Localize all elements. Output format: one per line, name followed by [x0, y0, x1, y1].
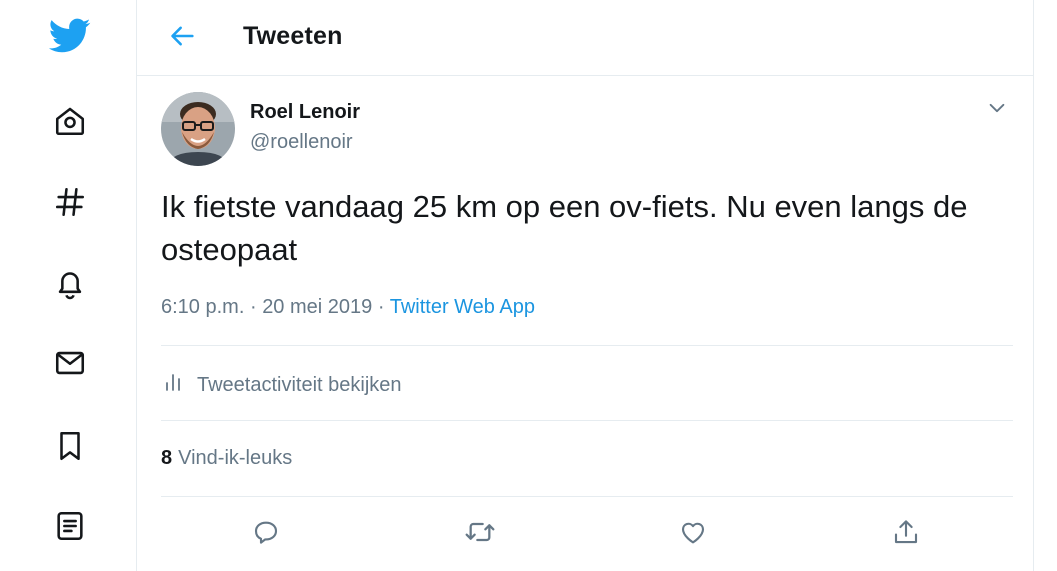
back-arrow-icon	[169, 22, 197, 55]
tweet-source-link[interactable]: Twitter Web App	[390, 296, 535, 318]
page-title: Tweeten	[243, 22, 343, 50]
twitter-logo-link[interactable]	[44, 10, 96, 62]
divider	[161, 420, 1013, 421]
like-button[interactable]	[673, 514, 713, 554]
meta-separator: ·	[249, 296, 257, 318]
tweet-activity-link[interactable]: Tweetactiviteit bekijken	[161, 370, 402, 400]
list-icon	[53, 509, 87, 543]
likes-count: 8	[161, 447, 173, 469]
nav-home[interactable]	[44, 95, 96, 147]
likes-label: Vind-ik-leuks	[178, 447, 293, 469]
tweet-meta: 6:10 p.m. · 20 mei 2019 · Twitter Web Ap…	[161, 296, 535, 319]
tweet-date[interactable]: 20 mei 2019	[262, 296, 372, 318]
analytics-icon	[161, 370, 197, 400]
share-button[interactable]	[886, 514, 926, 554]
back-button[interactable]	[163, 18, 203, 58]
retweet-button[interactable]	[460, 514, 500, 554]
bell-icon	[53, 267, 87, 301]
reply-icon	[251, 517, 281, 552]
nav-messages[interactable]	[44, 337, 96, 389]
main-column: Tweeten Roel Lenoir @roellenoir Ik fiets…	[136, 0, 1034, 571]
avatar[interactable]	[161, 92, 235, 166]
twitter-logo-icon	[49, 18, 91, 54]
nav-notifications[interactable]	[44, 258, 96, 310]
page-header: Tweeten	[137, 0, 1033, 76]
reply-button[interactable]	[246, 514, 286, 554]
tweet-text: Ik fietste vandaag 25 km op een ov-fiets…	[161, 189, 968, 267]
nav-lists[interactable]	[44, 500, 96, 552]
divider	[161, 345, 1013, 346]
author-name[interactable]: Roel Lenoir	[250, 101, 360, 124]
author-handle[interactable]: @roellenoir	[250, 131, 353, 154]
app: Tweeten Roel Lenoir @roellenoir Ik fiets…	[0, 0, 1057, 571]
retweet-icon	[464, 516, 496, 553]
meta-separator: ·	[377, 296, 385, 318]
share-icon	[891, 517, 921, 552]
divider	[161, 496, 1013, 497]
tweet-time[interactable]: 6:10 p.m.	[161, 296, 244, 318]
likes-link[interactable]: 8 Vind-ik-leuks	[161, 447, 292, 470]
bookmark-icon	[53, 429, 87, 463]
hashtag-icon	[53, 185, 87, 219]
nav-explore[interactable]	[44, 176, 96, 228]
home-icon	[53, 104, 87, 138]
sidebar-nav	[0, 0, 137, 571]
mail-icon	[53, 346, 87, 380]
chevron-down-icon	[986, 97, 1008, 124]
tweet-actions	[137, 514, 1033, 554]
nav-bookmarks[interactable]	[44, 420, 96, 472]
tweet-activity-label: Tweetactiviteit bekijken	[197, 373, 402, 396]
tweet-menu-button[interactable]	[983, 96, 1011, 124]
heart-icon	[678, 517, 708, 552]
